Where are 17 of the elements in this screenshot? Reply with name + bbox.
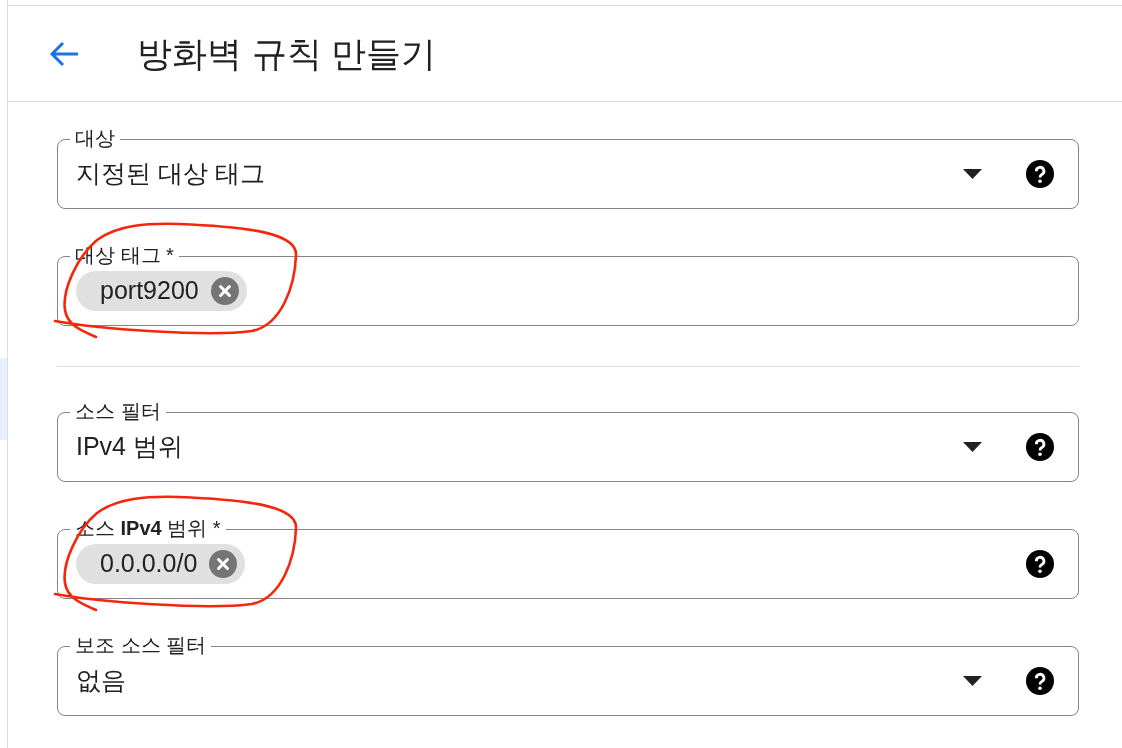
help-icon[interactable] bbox=[1026, 160, 1054, 188]
help-icon[interactable] bbox=[1026, 433, 1054, 461]
caret-icon bbox=[963, 676, 982, 686]
help-icon[interactable] bbox=[1026, 550, 1054, 578]
remove-icon[interactable] bbox=[209, 550, 238, 578]
field-label: 소스 필터 bbox=[70, 400, 166, 422]
page-title: 방화벽 규칙 만들기 bbox=[137, 32, 437, 75]
remove-icon[interactable] bbox=[210, 277, 239, 305]
back-arrow-icon bbox=[48, 39, 80, 68]
field-label: 보조 소스 필터 bbox=[70, 634, 212, 656]
caret-icon bbox=[963, 442, 982, 452]
field-label: 대상 bbox=[70, 127, 120, 149]
tag-chip[interactable]: port9200 bbox=[76, 271, 247, 311]
help-icon[interactable] bbox=[1026, 667, 1054, 695]
tag-chip[interactable]: 0.0.0.0/0 bbox=[76, 544, 246, 584]
back-button[interactable] bbox=[48, 39, 80, 68]
caret-icon bbox=[963, 169, 982, 179]
